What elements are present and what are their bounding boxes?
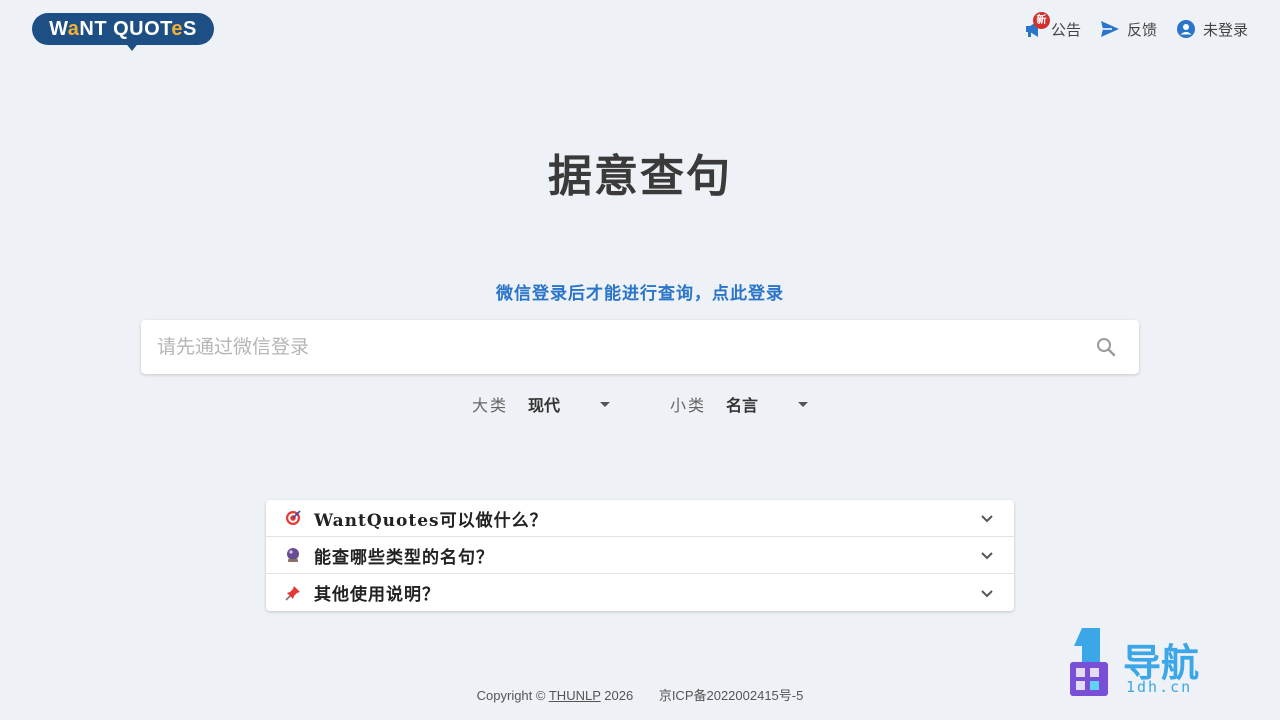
watermark-one-icon (1070, 628, 1108, 696)
copyright-prefix: Copyright © (476, 688, 546, 703)
user-button[interactable]: 未登录 (1175, 18, 1248, 40)
crystal-ball-icon (284, 546, 302, 564)
feedback-label: 反馈 (1126, 20, 1157, 39)
faq-accordion: WantQuotes可以做什么？ 能查哪些类型的名句？ 其他使用说明？ (266, 500, 1014, 611)
icp-license[interactable]: 京ICP备2022002415号-5 (659, 688, 804, 703)
faq-question: 能查哪些类型的名句？ (314, 547, 494, 568)
search-input[interactable] (141, 320, 1095, 374)
logo-text-part-2: NT QUOT (79, 18, 172, 40)
pushpin-icon (284, 584, 302, 602)
logo-pill: WaNT QUOTeS (32, 13, 214, 45)
subcategory-selector: 小类 名言 (670, 392, 809, 416)
faq-question: 其他使用说明？ (314, 585, 440, 605)
watermark-logo: 导航 1dh.cn (1068, 626, 1218, 698)
user-label: 未登录 (1202, 20, 1248, 39)
announcement-button[interactable]: 新 公告 (1023, 12, 1081, 40)
chevron-down-icon (981, 589, 993, 597)
faq-question: WantQuotes可以做什么？ (314, 510, 548, 531)
target-icon (284, 509, 302, 527)
watermark-subtext: 1dh.cn (1126, 678, 1193, 696)
announcement-label: 公告 (1050, 20, 1081, 39)
category-label: 大类 (471, 396, 508, 415)
category-selectors: 大类 现代 小类 名言 (0, 392, 1280, 416)
faq-item-what-can-do[interactable]: WantQuotes可以做什么？ (266, 500, 1014, 537)
subcategory-label: 小类 (670, 396, 707, 415)
feedback-button[interactable]: 反馈 (1099, 18, 1157, 40)
logo[interactable]: WaNT QUOTeS (32, 13, 214, 51)
thunlp-link[interactable]: THUNLP (549, 688, 601, 703)
top-nav: 新 公告 反馈 未登录 (1023, 12, 1248, 40)
caret-down-icon (600, 401, 610, 407)
copyright-year: 2026 (604, 688, 634, 703)
search-box (141, 320, 1139, 374)
logo-tail (124, 41, 140, 51)
logo-accent: a (67, 18, 80, 40)
wechat-login-link[interactable]: 微信登录后才能进行查询，点此登录 (0, 279, 1280, 304)
chevron-down-icon (981, 552, 993, 560)
subcategory-dropdown[interactable]: 名言 (726, 392, 809, 416)
category-dropdown[interactable]: 现代 (528, 392, 610, 416)
page-title: 据意查句 (548, 151, 732, 202)
account-circle-icon (1175, 18, 1197, 40)
caret-down-icon (798, 401, 809, 407)
search-icon[interactable] (1095, 336, 1117, 358)
megaphone-icon: 新 (1023, 12, 1050, 40)
page: WaNT QUOTeS 新 公告 反馈 未登录 据意查句 微信登录后才能进行查询… (0, 0, 1280, 720)
faq-item-quote-types[interactable]: 能查哪些类型的名句？ (266, 537, 1014, 574)
new-badge: 新 (1032, 12, 1050, 29)
logo-text-part-1: W (49, 18, 68, 40)
logo-accent-2: e (171, 18, 184, 40)
category-selector: 大类 现代 (472, 392, 610, 416)
send-icon (1099, 18, 1121, 40)
logo-text-part-3: S (183, 18, 197, 40)
chevron-down-icon (981, 515, 993, 523)
faq-item-other-instructions[interactable]: 其他使用说明？ (266, 574, 1014, 611)
subcategory-value: 名言 (726, 396, 759, 415)
category-value: 现代 (527, 396, 560, 415)
